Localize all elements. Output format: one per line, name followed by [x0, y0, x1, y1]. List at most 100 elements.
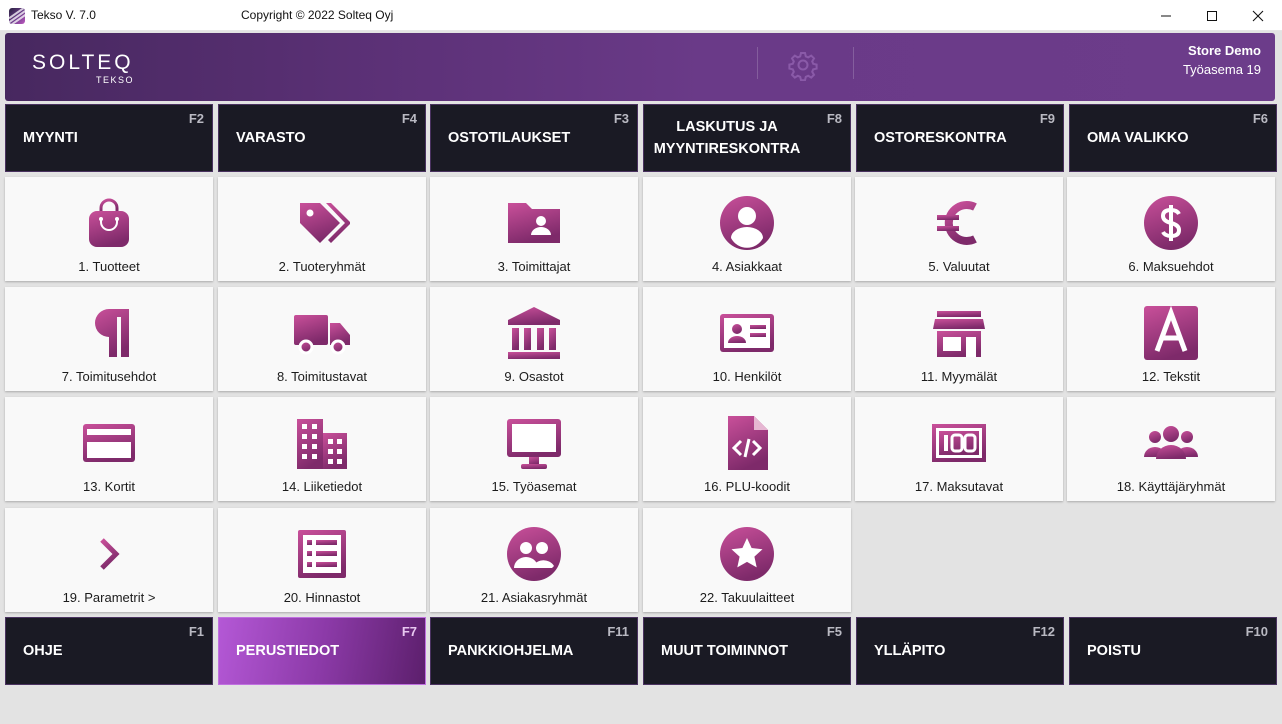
menu-label: MYYNTI	[23, 130, 78, 146]
tile-parametrit[interactable]: 19. Parametrit >	[5, 508, 213, 612]
users-circle-icon	[506, 526, 562, 582]
tile-label: 11. Myymälät	[920, 369, 998, 384]
menu-pankkiohjelma[interactable]: PANKKIOHJELMA F11	[430, 617, 638, 685]
tile-toimitustavat[interactable]: 8. Toimitustavat	[218, 287, 426, 391]
minimize-icon	[1161, 15, 1171, 16]
function-key: F3	[613, 111, 629, 126]
menu-label: VARASTO	[236, 130, 306, 146]
chevron-right-icon	[81, 526, 137, 582]
menu-label: OSTOTILAUKSET	[448, 130, 571, 146]
tile-asiakasryhmat[interactable]: 21. Asiakasryhmät	[430, 508, 638, 612]
tile-label: 22. Takuulaitteet	[699, 590, 795, 605]
user-circle-icon	[719, 195, 775, 251]
header-divider	[757, 47, 758, 79]
tile-label: 9. Osastot	[504, 369, 564, 384]
tile-kortit[interactable]: 13. Kortit	[5, 397, 213, 501]
tile-label: 7. Toimitusehdot	[61, 369, 157, 384]
tile-tuotteet[interactable]: 1. Tuotteet	[5, 177, 213, 281]
menu-laskutus[interactable]: LASKUTUS JA MYYNTIRESKONTRA F8	[643, 104, 851, 172]
tags-icon	[294, 195, 350, 251]
tile-kayttajaryhmat[interactable]: 18. Käyttäjäryhmät	[1067, 397, 1275, 501]
banknote-100-icon	[931, 415, 987, 471]
tile-myymalat[interactable]: 11. Myymälät	[855, 287, 1063, 391]
tile-tuoteryhmat[interactable]: 2. Tuoteryhmät	[218, 177, 426, 281]
menu-label: PERUSTIEDOT	[236, 643, 340, 659]
tile-maksutavat[interactable]: 17. Maksutavat	[855, 397, 1063, 501]
menu-ostotilaukset[interactable]: OSTOTILAUKSET F3	[430, 104, 638, 172]
window-title: Tekso V. 7.0	[31, 8, 96, 22]
tile-tyoasemat[interactable]: 15. Työasemat	[430, 397, 638, 501]
tile-plu-koodit[interactable]: 16. PLU-koodit	[643, 397, 851, 501]
list-icon	[294, 526, 350, 582]
function-key: F1	[188, 624, 204, 639]
users-group-icon	[1143, 415, 1199, 471]
monitor-icon	[506, 415, 562, 471]
store-icon	[931, 305, 987, 361]
tile-label: 5. Valuutat	[928, 259, 990, 274]
tile-label: 2. Tuoteryhmät	[278, 259, 366, 274]
tile-label: 15. Työasemat	[491, 479, 577, 494]
function-key: F4	[401, 111, 417, 126]
tile-toimitusehdot[interactable]: 7. Toimitusehdot	[5, 287, 213, 391]
paragraph-icon	[81, 305, 137, 361]
menu-oma-valikko[interactable]: OMA VALIKKO F6	[1069, 104, 1277, 172]
menu-yllapito[interactable]: YLLÄPITO F12	[856, 617, 1064, 685]
app-header: SOLTEQ TEKSO Store Demo Työasema 19	[5, 33, 1275, 101]
menu-perustiedot[interactable]: PERUSTIEDOT F7	[218, 617, 426, 685]
truck-icon	[294, 305, 350, 361]
tile-label: 14. Liiketiedot	[281, 479, 363, 494]
copyright-text: Copyright © 2022 Solteq Oyj	[241, 8, 394, 22]
tile-hinnastot[interactable]: 20. Hinnastot	[218, 508, 426, 612]
function-key: F6	[1252, 111, 1268, 126]
store-name: Store Demo	[1188, 43, 1261, 58]
close-icon	[1252, 10, 1264, 21]
minimize-button[interactable]	[1143, 0, 1189, 31]
header-divider	[853, 47, 854, 79]
tile-henkilot[interactable]: 10. Henkilöt	[643, 287, 851, 391]
menu-muut-toiminnot[interactable]: MUUT TOIMINNOT F5	[643, 617, 851, 685]
tile-label: 17. Maksutavat	[914, 479, 1004, 494]
function-key: F12	[1032, 624, 1055, 639]
tile-valuutat[interactable]: 5. Valuutat	[855, 177, 1063, 281]
tile-label: 20. Hinnastot	[283, 590, 361, 605]
function-key: F8	[826, 111, 842, 126]
tile-label: 19. Parametrit >	[62, 590, 156, 605]
close-button[interactable]	[1235, 0, 1281, 31]
function-key: F10	[1245, 624, 1268, 639]
menu-label: MUUT TOIMINNOT	[661, 643, 788, 659]
tile-label: 12. Tekstit	[1141, 369, 1201, 384]
tile-osastot[interactable]: 9. Osastot	[430, 287, 638, 391]
menu-ohje[interactable]: OHJE F1	[5, 617, 213, 685]
menu-label: PANKKIOHJELMA	[448, 643, 574, 659]
tile-maksuehdot[interactable]: 6. Maksuehdot	[1067, 177, 1275, 281]
menu-ostoreskontra[interactable]: OSTORESKONTRA F9	[856, 104, 1064, 172]
maximize-button[interactable]	[1189, 0, 1235, 31]
tile-label: 6. Maksuehdot	[1128, 259, 1214, 274]
menu-varasto[interactable]: VARASTO F4	[218, 104, 426, 172]
tile-asiakkaat[interactable]: 4. Asiakkaat	[643, 177, 851, 281]
menu-myynti[interactable]: MYYNTI F2	[5, 104, 213, 172]
window-titlebar: Tekso V. 7.0 Copyright © 2022 Solteq Oyj	[0, 0, 1282, 31]
gear-icon[interactable]	[787, 49, 819, 82]
tile-toimittajat[interactable]: 3. Toimittajat	[430, 177, 638, 281]
euro-icon	[931, 195, 987, 251]
folder-user-icon	[506, 195, 562, 251]
tile-label: 4. Asiakkaat	[711, 259, 783, 274]
tile-tekstit[interactable]: 12. Tekstit	[1067, 287, 1275, 391]
app-logo-icon	[9, 8, 25, 24]
tile-label: 16. PLU-koodit	[704, 479, 790, 494]
tile-liiketiedot[interactable]: 14. Liiketiedot	[218, 397, 426, 501]
workstation-name: Työasema 19	[1182, 62, 1261, 77]
tile-takuulaitteet[interactable]: 22. Takuulaitteet	[643, 508, 851, 612]
menu-label: OHJE	[23, 643, 63, 659]
star-circle-icon	[719, 526, 775, 582]
function-key: F9	[1039, 111, 1055, 126]
shopping-bag-icon	[81, 195, 137, 251]
solteq-logo: SOLTEQ	[32, 51, 134, 74]
credit-card-icon	[81, 415, 137, 471]
tile-label: 10. Henkilöt	[712, 369, 782, 384]
code-file-icon	[719, 415, 775, 471]
menu-poistu[interactable]: POISTU F10	[1069, 617, 1277, 685]
function-key: F11	[607, 624, 629, 639]
bank-icon	[506, 305, 562, 361]
